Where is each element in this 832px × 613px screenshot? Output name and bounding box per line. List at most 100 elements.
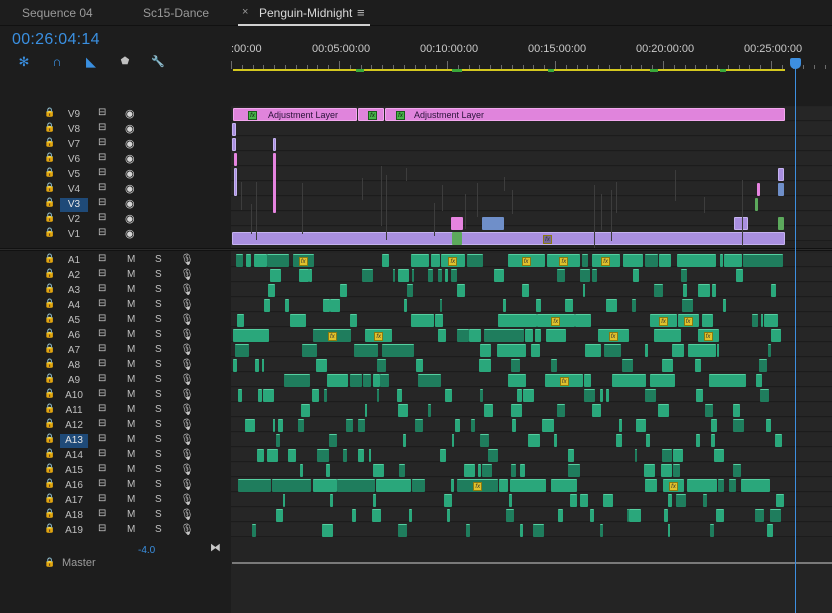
voiceover-mic-icon[interactable]: 🎙 [180,388,194,401]
audio-clip[interactable]: fx [507,254,545,267]
audio-clip[interactable] [272,479,311,492]
solo-toggle[interactable]: S [155,254,162,265]
tab-penguin-midnight[interactable]: Penguin-Midnight [259,6,352,20]
audio-clip[interactable] [645,434,650,447]
sync-lock-icon[interactable]: ⊟ [98,508,106,519]
audio-track-header[interactable]: 🔒 A10 ⊟ M S 🎙 [0,388,231,403]
audio-clip[interactable] [519,464,525,477]
lock-icon[interactable]: 🔒 [44,107,55,118]
lock-icon[interactable]: 🔒 [44,313,55,324]
audio-clip[interactable] [481,464,492,477]
audio-clip[interactable] [455,419,460,432]
video-track-header[interactable]: 🔒 V2 ⊟ ◉ [0,212,231,227]
sync-lock-icon[interactable]: ⊟ [98,137,106,148]
audio-clip[interactable] [381,344,415,357]
audio-track-header[interactable]: 🔒 A7 ⊟ M S 🎙 [0,343,231,358]
video-clip[interactable] [451,217,463,230]
audio-clip[interactable] [251,524,256,537]
tab-sc15-dance[interactable]: Sc15-Dance [143,6,209,20]
audio-clip[interactable] [418,374,441,387]
mute-toggle[interactable]: M [127,254,135,265]
lock-icon[interactable]: 🔒 [44,478,55,489]
audio-clip[interactable] [451,434,455,447]
track-name[interactable]: V8 [60,123,88,137]
audio-clip[interactable] [605,299,618,312]
audio-clip[interactable] [733,404,741,417]
audio-clip[interactable] [736,269,744,282]
link-icon[interactable]: ∩ [48,54,66,70]
audio-clip[interactable] [557,404,565,417]
track-name[interactable]: A18 [60,509,88,523]
audio-clip[interactable] [382,254,390,267]
audio-clip[interactable] [402,434,406,447]
audio-clip[interactable] [290,314,306,327]
track-name[interactable]: V1 [60,228,88,242]
lock-icon[interactable]: 🔒 [44,298,55,309]
tab-close-icon[interactable]: × [242,6,248,18]
audio-clip[interactable] [479,359,491,372]
audio-clip[interactable] [505,509,514,522]
audio-clip[interactable] [688,344,716,357]
lock-icon[interactable]: 🔒 [44,448,55,459]
audio-clip[interactable] [284,374,310,387]
audio-clip[interactable] [445,269,449,282]
sync-lock-icon[interactable]: ⊟ [98,373,106,384]
audio-clip[interactable] [362,374,372,387]
voiceover-mic-icon[interactable]: 🎙 [180,328,194,341]
audio-clip[interactable] [471,419,476,432]
audio-track-header[interactable]: 🔒 A18 ⊟ M S 🎙 [0,508,231,523]
audio-clip[interactable] [579,494,589,507]
solo-toggle[interactable]: S [155,269,162,280]
track-name[interactable]: A19 [60,524,88,538]
audio-clip[interactable] [522,389,535,402]
audio-track-header[interactable]: 🔒 A3 ⊟ M S 🎙 [0,283,231,298]
audio-clip[interactable] [463,464,475,477]
adjustment-layer-clip[interactable]: fx Adjustment Layer [385,108,785,121]
sync-lock-icon[interactable]: ⊟ [98,197,106,208]
audio-track-header[interactable]: 🔒 A11 ⊟ M S 🎙 [0,403,231,418]
audio-clip[interactable] [723,254,742,267]
audio-track-header[interactable]: 🔒 A5 ⊟ M S 🎙 [0,313,231,328]
audio-clip[interactable] [330,299,340,312]
mute-toggle[interactable]: M [127,374,135,385]
audio-clip[interactable] [680,269,687,282]
audio-clip[interactable] [488,449,499,462]
audio-clip[interactable] [696,389,703,402]
track-name[interactable]: A14 [60,449,88,463]
work-area-bar[interactable] [233,69,785,71]
audio-clip[interactable] [769,509,782,522]
audio-clip[interactable] [326,464,330,477]
audio-clip[interactable] [398,524,408,537]
audio-clip[interactable] [621,359,634,372]
solo-toggle[interactable]: S [155,404,162,415]
linked-selection-icon[interactable]: ◣ [82,54,100,70]
sync-lock-icon[interactable]: ⊟ [98,328,106,339]
sync-lock-icon[interactable]: ⊟ [98,253,106,264]
audio-clip[interactable] [645,344,648,357]
sync-lock-icon[interactable]: ⊟ [98,268,106,279]
audio-clip[interactable] [313,479,337,492]
audio-track-header[interactable]: 🔒 A9 ⊟ M S 🎙 [0,373,231,388]
voiceover-mic-icon[interactable]: 🎙 [180,373,194,386]
eye-icon[interactable]: ◉ [125,137,135,150]
audio-clip[interactable] [710,434,716,447]
audio-clip[interactable] [713,449,725,462]
audio-clip[interactable] [522,284,530,297]
audio-clip[interactable] [468,329,482,342]
audio-clip[interactable] [398,269,409,282]
lock-icon[interactable]: 🔒 [44,493,55,504]
sync-lock-icon[interactable]: ⊟ [98,403,106,414]
video-clip[interactable] [234,168,237,196]
audio-clip[interactable] [635,419,647,432]
audio-clip[interactable] [329,434,337,447]
eye-icon[interactable]: ◉ [125,227,135,240]
audio-clip[interactable] [343,449,348,462]
audio-clip[interactable]: fx [544,374,584,387]
voiceover-mic-icon[interactable]: 🎙 [180,433,194,446]
audio-clip[interactable] [575,314,592,327]
voiceover-mic-icon[interactable]: 🎙 [180,403,194,416]
audio-clip[interactable] [667,524,670,537]
audio-clip[interactable] [662,359,673,372]
audio-clip[interactable] [722,299,727,312]
audio-track-lane[interactable] [231,463,832,477]
